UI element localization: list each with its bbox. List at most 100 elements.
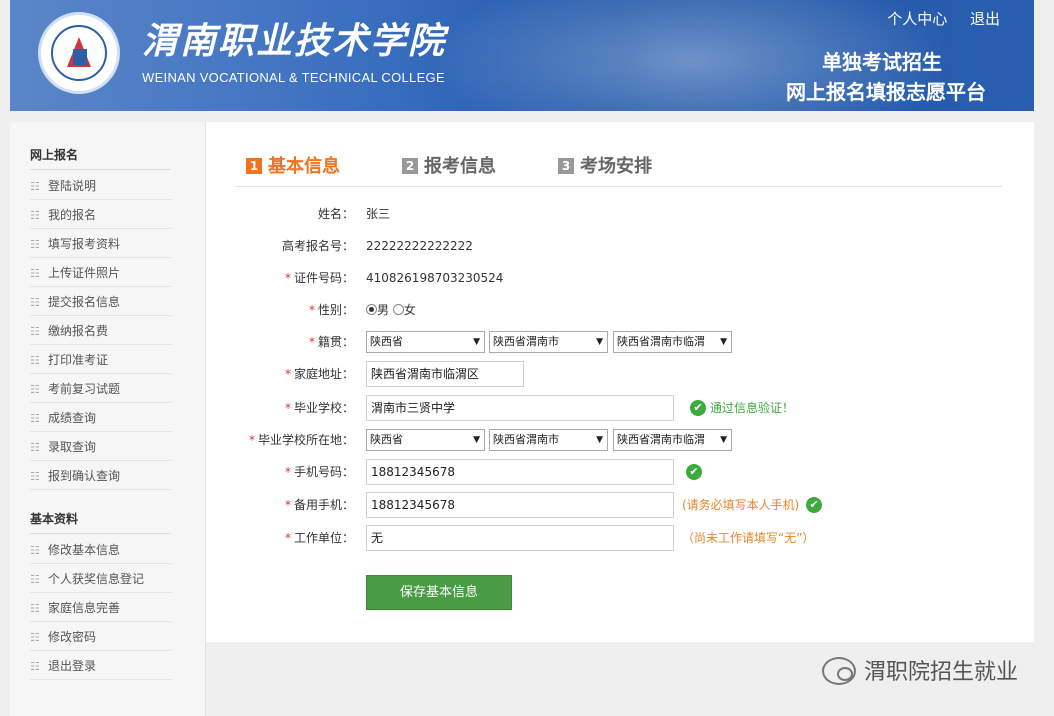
- sidebar-item-label: 修改密码: [48, 630, 97, 644]
- sidebar-item[interactable]: ☷ 填写报考资料: [30, 230, 171, 258]
- list-icon: ☷: [30, 180, 40, 193]
- sidebar-item[interactable]: ☷ 上传证件照片: [30, 259, 171, 287]
- row-work: * 工作单位： 无 （尚未工作请填写“无”）: [236, 525, 1026, 551]
- sidebar-item-label: 上传证件照片: [48, 266, 121, 280]
- sidebar-item-label: 报到确认查询: [48, 469, 121, 483]
- list-icon: ☷: [30, 267, 40, 280]
- school-input[interactable]: 渭南市三贤中学: [366, 395, 674, 421]
- school-verified-text: 通过信息验证！: [710, 401, 795, 415]
- native-label: * 籍贯：: [308, 335, 354, 349]
- gender-female-radio[interactable]: [392, 304, 404, 315]
- row-gender: * 性别： 男 女: [236, 297, 1026, 323]
- phone-label: * 手机号码：: [284, 465, 354, 479]
- sidebar-item-label: 退出登录: [48, 659, 97, 673]
- phone2-label: * 备用手机：: [284, 498, 354, 512]
- step-label: 考场安排: [580, 156, 652, 177]
- list-icon: ☷: [30, 383, 40, 396]
- sidebar-item-label: 登陆说明: [48, 179, 97, 193]
- sidebar-item[interactable]: ☷ 考前复习试题: [30, 375, 171, 403]
- step-label: 报考信息: [424, 156, 496, 177]
- list-icon: ☷: [30, 325, 40, 338]
- sidebar-item-label: 打印准考证: [48, 353, 109, 367]
- step-number: 2: [402, 158, 418, 174]
- sidebar-item-label: 修改基本信息: [48, 543, 121, 557]
- school-district-select[interactable]: 陕西省渭南市临渭 ▼: [613, 429, 732, 451]
- main-panel: 1 基本信息 2 报考信息 3 考场安排 姓名： 张三 高考报名号： 22222222…: [206, 122, 1034, 642]
- row-phone2: * 备用手机： 18812345678 (请务必填写本人手机) ✔: [236, 492, 1026, 518]
- name-label: 姓名：: [317, 207, 354, 221]
- sidebar-item[interactable]: ☷ 家庭信息完善: [30, 594, 171, 622]
- sidebar-item[interactable]: ☷ 修改密码: [30, 623, 171, 651]
- sidebar-item-label: 提交报名信息: [48, 295, 121, 309]
- row-school: * 毕业学校： 渭南市三贤中学 ✔ 通过信息验证！: [236, 395, 1026, 421]
- address-label: * 家庭地址：: [284, 367, 354, 381]
- list-icon: ☷: [30, 412, 40, 425]
- check-icon: ✔: [690, 400, 706, 416]
- sidebar-item-label: 个人获奖信息登记: [48, 572, 145, 586]
- sidebar-item-label: 我的报名: [48, 208, 97, 222]
- gender-label: * 性别：: [308, 303, 354, 317]
- watermark-text: 渭职院招生就业: [863, 660, 1018, 685]
- school-city-select[interactable]: 陕西省渭南市 ▼: [489, 429, 608, 451]
- college-name-cn: 渭南职业技术学院: [142, 20, 447, 62]
- phone2-input[interactable]: 18812345678: [366, 492, 674, 518]
- tab-exam-room[interactable]: 3 考场安排: [558, 152, 652, 178]
- sidebar-item[interactable]: ☷ 退出登录: [30, 652, 171, 680]
- gender-male-label: 男: [377, 303, 390, 317]
- sidebar-item[interactable]: ☷ 我的报名: [30, 201, 171, 229]
- top-links: 个人中心 退出: [869, 8, 1000, 29]
- exam-no-label: 高考报名号：: [281, 239, 354, 253]
- work-input[interactable]: 无: [366, 525, 674, 551]
- sidebar-item-label: 填写报考资料: [48, 237, 121, 251]
- exam-no-value: 22222222222222: [366, 239, 473, 253]
- row-phone: * 手机号码： 18812345678 ✔: [236, 459, 1026, 485]
- gender-group: 男 女: [366, 297, 416, 323]
- phone2-hint: (请务必填写本人手机): [682, 498, 800, 512]
- native-province-select[interactable]: 陕西省 ▼: [366, 331, 485, 353]
- row-native: * 籍贯： 陕西省 ▼ 陕西省渭南市 ▼ 陕西省渭南市临渭 ▼: [236, 329, 1026, 355]
- sidebar-item[interactable]: ☷ 个人获奖信息登记: [30, 565, 171, 593]
- step-label: 基本信息: [268, 156, 340, 177]
- native-district-select[interactable]: 陕西省渭南市临渭 ▼: [613, 331, 732, 353]
- step-tabs: 1 基本信息 2 报考信息 3 考场安排: [236, 152, 1002, 187]
- sidebar-item[interactable]: ☷ 成绩查询: [30, 404, 171, 432]
- watermark: 渭职院招生就业: [821, 654, 1018, 686]
- slogan-line2: 网上报名填报志愿平台: [786, 80, 986, 104]
- list-icon: ☷: [30, 209, 40, 222]
- row-address: * 家庭地址： 陕西省渭南市临渭区: [236, 361, 1026, 387]
- slogan-line1: 单独考试招生: [822, 50, 942, 74]
- address-input[interactable]: 陕西省渭南市临渭区: [366, 361, 524, 387]
- school-label: * 毕业学校：: [284, 401, 354, 415]
- step-number: 1: [246, 158, 262, 174]
- native-city-select[interactable]: 陕西省渭南市 ▼: [489, 331, 608, 353]
- sidebar-item[interactable]: ☷ 报到确认查询: [30, 462, 171, 490]
- sidebar-item[interactable]: ☷ 录取查询: [30, 433, 171, 461]
- save-basic-info-button[interactable]: 保存基本信息: [366, 575, 512, 610]
- college-logo-icon: [38, 12, 120, 94]
- sidebar-item[interactable]: ☷ 缴纳报名费: [30, 317, 171, 345]
- logout-link[interactable]: 退出: [970, 10, 1000, 28]
- work-label: * 工作单位：: [284, 531, 354, 545]
- school-province-select[interactable]: 陕西省 ▼: [366, 429, 485, 451]
- check-icon: ✔: [806, 497, 822, 513]
- row-exam-no: 高考报名号： 22222222222222: [236, 233, 1026, 259]
- personal-center-link[interactable]: 个人中心: [887, 10, 947, 28]
- tab-basic-info[interactable]: 1 基本信息: [246, 152, 340, 178]
- sidebar-item-label: 考前复习试题: [48, 382, 121, 396]
- step-number: 3: [558, 158, 574, 174]
- row-name: 姓名： 张三: [236, 201, 1026, 227]
- college-name-en: WEINAN VOCATIONAL & TECHNICAL COLLEGE: [142, 70, 445, 85]
- tab-exam-info[interactable]: 2 报考信息: [402, 152, 496, 178]
- sidebar-item[interactable]: ☷ 提交报名信息: [30, 288, 171, 316]
- list-icon: ☷: [30, 660, 40, 673]
- gender-male-radio[interactable]: [366, 304, 377, 315]
- sidebar-item-label: 成绩查询: [48, 411, 97, 425]
- list-icon: ☷: [30, 354, 40, 367]
- sidebar-item[interactable]: ☷ 登陆说明: [30, 172, 171, 200]
- sidebar-item[interactable]: ☷ 修改基本信息: [30, 536, 171, 564]
- list-icon: ☷: [30, 470, 40, 483]
- sidebar-item[interactable]: ☷ 打印准考证: [30, 346, 171, 374]
- wechat-icon: [821, 657, 856, 685]
- id-value: 410826198703230524: [366, 271, 504, 285]
- phone-input[interactable]: 18812345678: [366, 459, 674, 485]
